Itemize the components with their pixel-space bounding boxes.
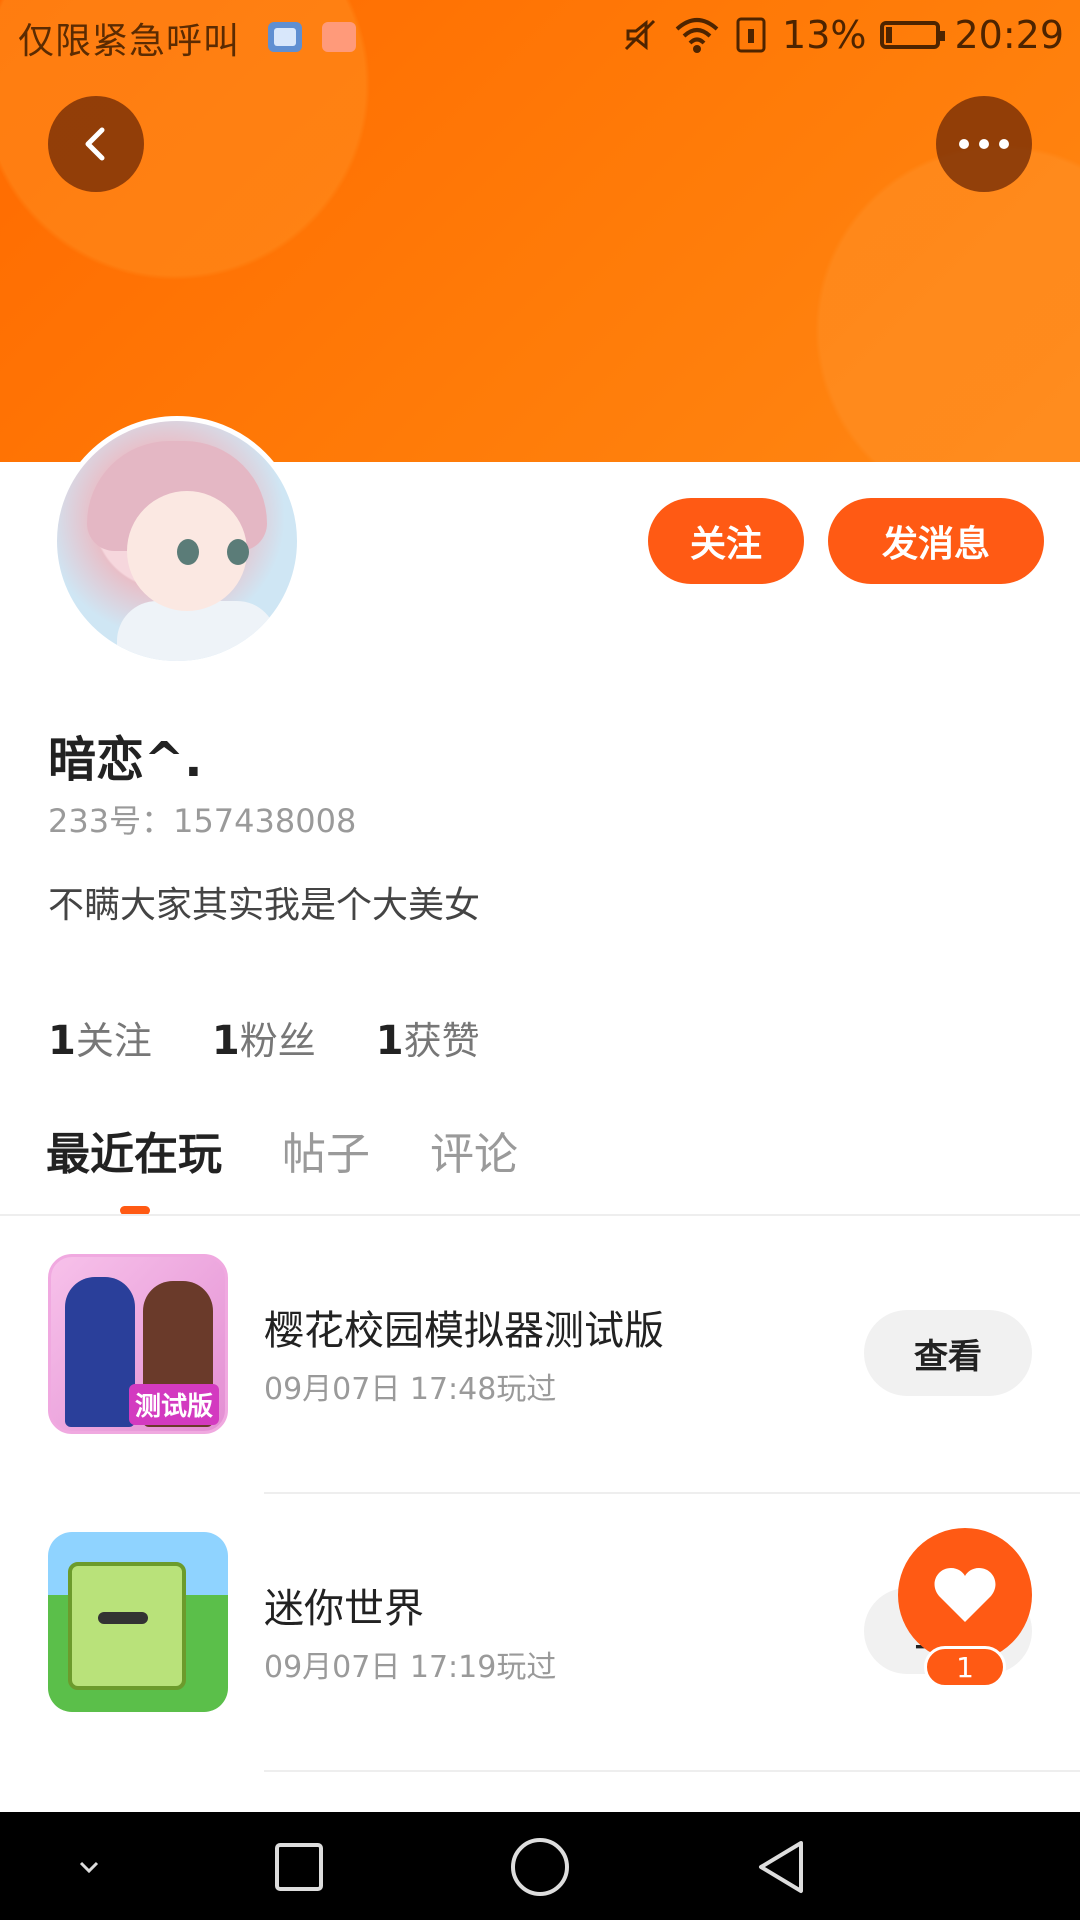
wifi-icon [675, 18, 719, 53]
battery-level [886, 27, 893, 43]
stat-count: 1 [48, 1018, 76, 1064]
stat-label: 关注 [75, 1019, 152, 1063]
nav-back-button[interactable] [746, 1832, 816, 1902]
stat-following[interactable]: 1关注 [48, 1010, 152, 1065]
stat-label: 获赞 [403, 1019, 480, 1063]
stat-count: 1 [375, 1018, 404, 1064]
stat-likes: 1获赞 [376, 1010, 480, 1065]
game-title: 迷你世界 [264, 1586, 424, 1632]
avatar-eye [227, 539, 249, 565]
mute-icon [624, 19, 656, 51]
like-count-badge: 1 [924, 1646, 1006, 1688]
profile-stats: 1关注 1粉丝 1获赞 [48, 1010, 480, 1065]
like-fab-button[interactable] [898, 1528, 1032, 1662]
game-icon-mini-world [48, 1532, 228, 1712]
status-bar: 仅限紧急呼叫 13% 20:29 [0, 0, 1080, 72]
follow-button[interactable]: 关注 [648, 498, 804, 584]
carrier-text: 仅限紧急呼叫 [18, 21, 241, 62]
test-version-badge: 测试版 [128, 1384, 219, 1425]
back-button[interactable] [48, 96, 144, 192]
user-id: 233号：157438008 [48, 802, 357, 840]
view-button[interactable]: 查看 [864, 1310, 1032, 1396]
sim-icon [736, 17, 766, 53]
profile-header-banner: 仅限紧急呼叫 13% 20:29 [0, 0, 1080, 462]
more-button[interactable] [936, 96, 1032, 192]
square-icon [275, 1843, 323, 1891]
icon-character [65, 1277, 135, 1427]
heart-icon [934, 1568, 996, 1622]
battery-icon [880, 21, 946, 49]
stat-label: 粉丝 [239, 1019, 316, 1063]
avatar-collar [117, 601, 277, 661]
system-nav-bar [0, 1812, 1080, 1920]
battery-percent: 13% [782, 13, 867, 57]
chevron-down-icon [79, 1861, 99, 1874]
user-bio: 不瞒大家其实我是个大美女 [48, 885, 481, 926]
tab-recently-played[interactable]: 最近在玩 [46, 1118, 222, 1182]
avatar-eye [177, 539, 199, 565]
avatar[interactable] [52, 416, 302, 666]
game-list-item[interactable]: 测试版 樱花校园模拟器测试版 09月07日 17:48玩过 查看 [0, 1216, 1080, 1494]
nav-home-button[interactable] [505, 1832, 575, 1902]
game-icon-sakura: 测试版 [48, 1254, 228, 1434]
triangle-back-icon [759, 1841, 803, 1893]
circle-icon [511, 1838, 569, 1896]
send-message-button[interactable]: 发消息 [828, 498, 1044, 584]
nav-recents-button[interactable] [264, 1832, 334, 1902]
gallery-notification-icon [268, 22, 302, 52]
icon-character [68, 1562, 186, 1690]
nav-hide-button[interactable] [54, 1832, 124, 1902]
tab-comments[interactable]: 评论 [430, 1118, 518, 1182]
user-name: 暗恋^. [48, 732, 203, 788]
content-tabs: 最近在玩 帖子 评论 [46, 1118, 518, 1182]
stat-fans[interactable]: 1粉丝 [212, 1010, 316, 1065]
game-played-time: 09月07日 17:48玩过 [264, 1372, 557, 1407]
status-icons: 13% 20:29 [620, 10, 1064, 60]
game-title: 樱花校园模拟器测试版 [264, 1308, 664, 1354]
stat-count: 1 [211, 1018, 240, 1064]
game-played-time: 09月07日 17:19玩过 [264, 1650, 557, 1685]
divider [264, 1770, 1080, 1772]
more-dots-icon [959, 139, 1009, 149]
video-notification-icon [322, 22, 356, 52]
tab-posts[interactable]: 帖子 [282, 1118, 370, 1182]
chevron-left-icon [85, 127, 105, 161]
clock: 20:29 [954, 13, 1064, 57]
